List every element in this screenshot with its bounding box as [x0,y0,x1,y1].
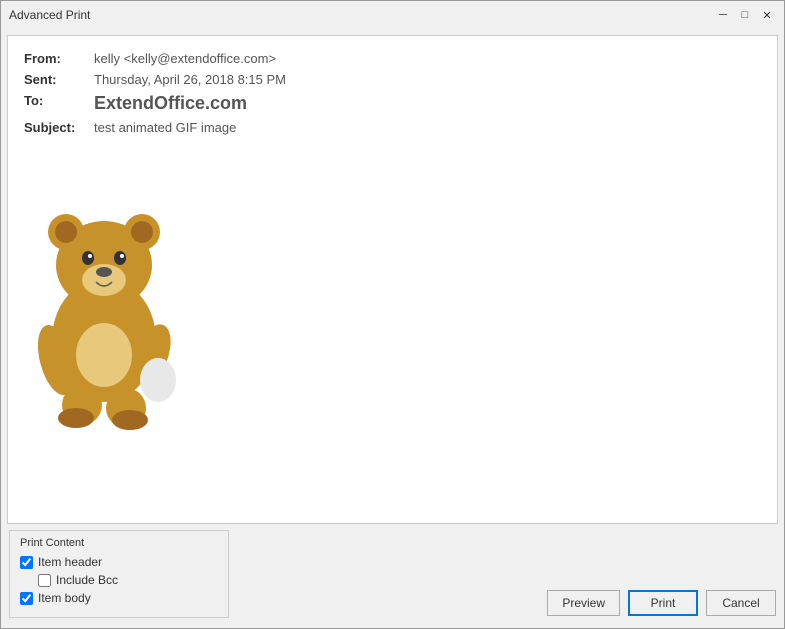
window-controls: ─ □ ✕ [714,6,776,24]
window-title: Advanced Print [9,8,90,22]
to-label: To: [24,90,94,117]
content-area: From: kelly <kelly@extendoffice.com> Sen… [1,29,784,628]
item-body-checkbox[interactable] [20,592,33,605]
bear-illustration [24,150,184,430]
item-header-row: Item header [20,555,218,569]
item-body-row: Item body [20,591,218,605]
close-button[interactable]: ✕ [758,6,776,24]
from-row: From: kelly <kelly@extendoffice.com> [24,48,761,69]
item-header-label[interactable]: Item header [38,555,102,569]
cancel-button[interactable]: Cancel [706,590,776,616]
from-label: From: [24,48,94,69]
email-header-table: From: kelly <kelly@extendoffice.com> Sen… [24,48,761,138]
from-value: kelly <kelly@extendoffice.com> [94,48,761,69]
advanced-print-window: Advanced Print ─ □ ✕ From: kelly <kelly@… [0,0,785,629]
include-bcc-row: Include Bcc [38,573,218,587]
maximize-button[interactable]: □ [736,6,754,24]
bear-image-container [24,150,761,433]
bottom-section: Print Content Item header Include Bcc It… [7,530,778,622]
print-button[interactable]: Print [628,590,698,616]
sent-label: Sent: [24,69,94,90]
item-header-checkbox[interactable] [20,556,33,569]
subject-row: Subject: test animated GIF image [24,117,761,138]
subject-value: test animated GIF image [94,117,761,138]
print-content-panel: Print Content Item header Include Bcc It… [9,530,229,618]
email-preview: From: kelly <kelly@extendoffice.com> Sen… [7,35,778,524]
subject-label: Subject: [24,117,94,138]
print-content-title: Print Content [20,537,218,549]
to-value: ExtendOffice.com [94,90,761,117]
include-bcc-checkbox[interactable] [38,574,51,587]
to-row: To: ExtendOffice.com [24,90,761,117]
item-body-label[interactable]: Item body [38,591,91,605]
sent-value: Thursday, April 26, 2018 8:15 PM [94,69,761,90]
include-bcc-label[interactable]: Include Bcc [56,573,118,587]
sent-row: Sent: Thursday, April 26, 2018 8:15 PM [24,69,761,90]
minimize-button[interactable]: ─ [714,6,732,24]
title-bar: Advanced Print ─ □ ✕ [1,1,784,29]
preview-button[interactable]: Preview [547,590,620,616]
action-buttons: Preview Print Cancel [547,590,776,618]
